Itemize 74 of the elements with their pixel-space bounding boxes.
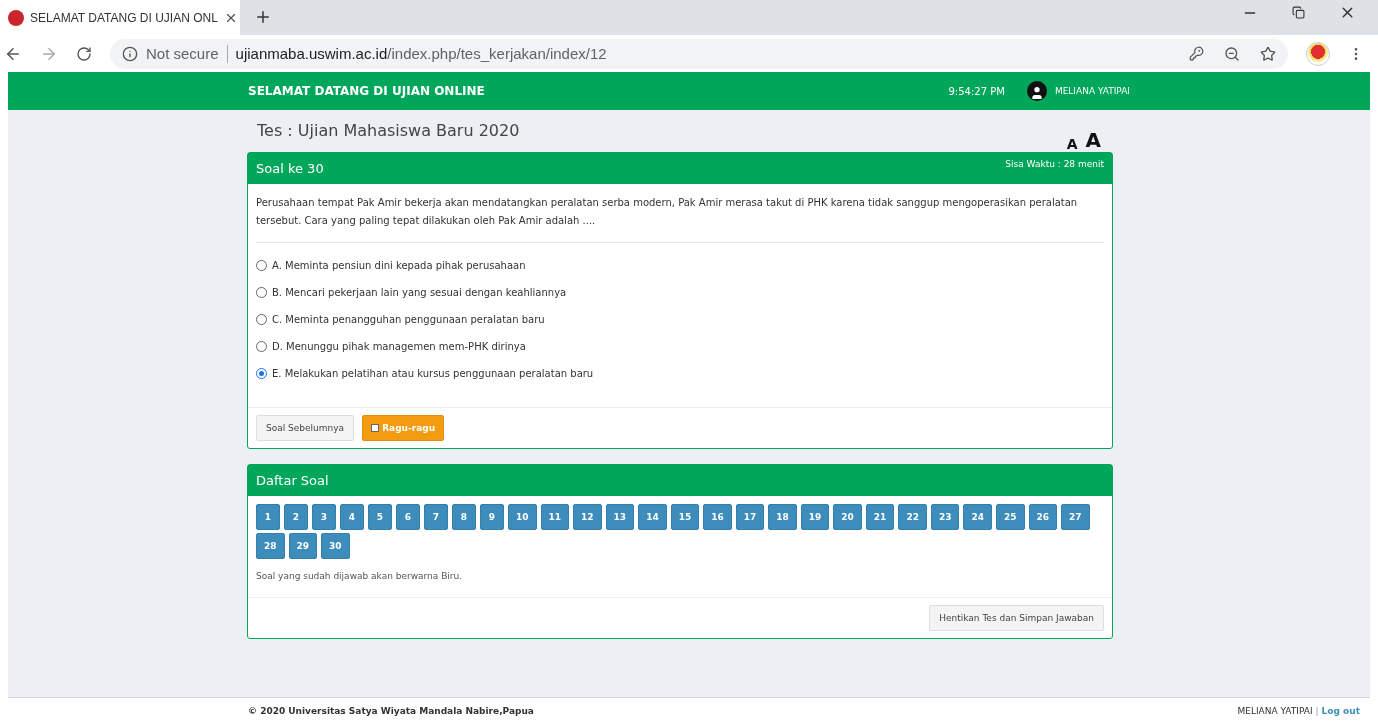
address-bar[interactable]: Not secure ujianmaba.uswim.ac.id/index.php/tes_kerjakan/index/12 — [110, 38, 1288, 69]
question-heading: Soal ke 30 — [256, 161, 324, 176]
question-text: Perusahaan tempat Pak Amir bekerja akan mendatangkan peralatan serba modern, Pak Amir merasa takut di PHK karena tidak sanggup mengoperasikan peralatan tersebut. Cara yang paling tepat dilakukan oleh Pak Amir adalah .... — [256, 194, 1104, 243]
url-text: ujianmaba.uswim.ac.id/index.php/tes_kerjakan/index/12 — [235, 45, 607, 62]
site-favicon-icon — [8, 9, 24, 26]
question-number-button[interactable]: 10 — [508, 504, 537, 530]
info-icon — [122, 45, 138, 62]
new-tab-icon[interactable] — [254, 8, 272, 26]
browser-tab[interactable]: SELAMAT DATANG DI UJIAN ONL — [0, 0, 240, 35]
radio-button[interactable] — [256, 367, 267, 379]
question-number-button[interactable]: 15 — [670, 504, 700, 530]
radio-button[interactable] — [256, 286, 267, 298]
copyright-text: © 2020 Universitas Satya Wiyata Mandala Nabire,Papua — [248, 706, 534, 716]
zoom-out-icon[interactable] — [1224, 45, 1240, 62]
radio-button[interactable] — [256, 340, 267, 352]
key-icon[interactable] — [1189, 46, 1204, 61]
question-number-button[interactable]: 3 — [312, 504, 336, 530]
footer-user: MELIANA YATIPAI — [1237, 706, 1313, 716]
separator: | — [1315, 706, 1319, 716]
question-number-button[interactable]: 21 — [865, 504, 895, 530]
profile-avatar[interactable] — [1306, 41, 1330, 66]
question-number-button[interactable]: 14 — [638, 504, 667, 530]
question-number-button[interactable]: 28 — [256, 533, 285, 559]
question-number-button[interactable]: 19 — [800, 504, 830, 530]
smaller-font-link[interactable]: A — [1066, 136, 1078, 152]
question-number-button[interactable]: 7 — [424, 504, 448, 530]
stop-test-button[interactable]: Hentikan Tes dan Simpan Jawaban — [929, 605, 1104, 631]
question-number-button[interactable]: 13 — [605, 504, 635, 530]
radio-button[interactable] — [256, 259, 267, 271]
restore-icon[interactable] — [1292, 4, 1305, 21]
option-label[interactable]: D. Menunggu pihak managemen mem-PHK dirinya — [272, 340, 526, 352]
question-number-button[interactable]: 1 — [256, 504, 280, 530]
larger-font-link[interactable]: A — [1085, 128, 1101, 152]
legend-note: Soal yang sudah dijawab akan berwarna Biru. — [256, 570, 464, 583]
security-label: Not secure — [146, 45, 219, 62]
time-left: Sisa Waktu : 28 menit — [1005, 159, 1104, 171]
question-number-button[interactable]: 16 — [703, 504, 732, 530]
option-label[interactable]: E. Melakukan pelatihan atau kursus penggunaan peralatan baru — [272, 367, 594, 379]
logout-link[interactable]: Log out — [1321, 706, 1360, 716]
question-number-button[interactable]: 26 — [1028, 504, 1058, 530]
question-number-button[interactable]: 18 — [768, 504, 797, 530]
option-label[interactable]: A. Meminta pensiun dini kepada pihak perusahaan — [272, 259, 526, 271]
question-number-button[interactable]: 4 — [340, 504, 364, 530]
reload-icon[interactable] — [76, 45, 92, 62]
user-icon — [1026, 81, 1047, 101]
list-heading: Daftar Soal — [256, 473, 329, 488]
option-label[interactable]: B. Mencari pekerjaan lain yang sesuai dengan keahliannya — [272, 286, 567, 298]
star-icon[interactable] — [1260, 45, 1276, 62]
tab-title: SELAMAT DATANG DI UJIAN ONL — [30, 10, 218, 25]
option-label[interactable]: C. Meminta penangguhan penggunaan peralatan baru — [272, 313, 545, 325]
checkbox[interactable] — [371, 424, 380, 432]
question-number-button[interactable]: 8 — [452, 504, 476, 530]
question-number-button[interactable]: 30 — [321, 533, 350, 559]
question-number-button[interactable]: 12 — [573, 504, 602, 530]
question-number-button[interactable]: 2 — [284, 504, 308, 530]
question-number-button[interactable]: 22 — [898, 504, 927, 530]
question-number-button[interactable]: 11 — [540, 504, 570, 530]
user-name: MELIANA YATIPAI — [1054, 86, 1130, 96]
question-number-button[interactable]: 25 — [995, 504, 1025, 530]
clock-text: 9:54:27 PM — [948, 85, 1005, 97]
question-number-button[interactable]: 20 — [833, 504, 862, 530]
question-number-button[interactable]: 6 — [396, 504, 420, 530]
question-number-button[interactable]: 5 — [368, 504, 392, 530]
question-number-button[interactable]: 17 — [735, 504, 765, 530]
doubt-button[interactable]: Ragu-ragu — [362, 415, 445, 441]
site-title: SELAMAT DATANG DI UJIAN ONLINE — [248, 84, 485, 98]
question-number-button[interactable]: 9 — [480, 504, 504, 530]
radio-button[interactable] — [256, 313, 267, 325]
test-title: Tes : Ujian Mahasiswa Baru 2020 — [257, 121, 520, 140]
question-number-button[interactable]: 29 — [288, 533, 318, 559]
question-number-button[interactable]: 24 — [963, 504, 992, 530]
question-number-button[interactable]: 27 — [1061, 504, 1090, 530]
question-number-button[interactable]: 23 — [930, 504, 960, 530]
previous-question-button[interactable]: Soal Sebelumnya — [256, 415, 355, 441]
